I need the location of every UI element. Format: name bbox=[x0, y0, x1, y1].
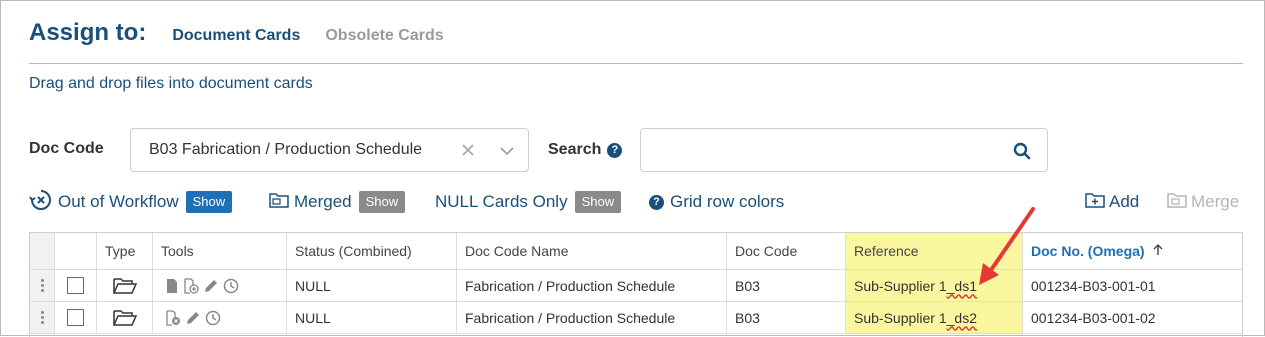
help-icon: ? bbox=[649, 194, 664, 210]
doc-code-cell: B03 bbox=[727, 270, 846, 301]
null-cards-show-badge[interactable]: Show bbox=[574, 191, 622, 213]
sort-ascending-icon bbox=[1153, 243, 1163, 259]
drag-drop-hint: Drag and drop files into document cards bbox=[29, 75, 313, 92]
col-doc-no[interactable]: Doc No. (Omega) bbox=[1023, 233, 1242, 269]
search-field[interactable] bbox=[640, 128, 1048, 172]
app-frame: Assign to: Document Cards Obsolete Cards… bbox=[0, 0, 1265, 337]
reference-prefix: Sub-Supplier 1 bbox=[854, 277, 947, 294]
add-revision-icon bbox=[184, 277, 199, 294]
out-of-workflow-icon bbox=[29, 188, 53, 217]
doc-no-cell: 001234-B03-001-02 bbox=[1031, 309, 1156, 326]
add-label: Add bbox=[1109, 192, 1140, 211]
tab-obsolete-cards[interactable]: Obsolete Cards bbox=[325, 27, 443, 45]
add-button[interactable]: Add bbox=[1085, 191, 1139, 213]
merge-label: Merge bbox=[1191, 192, 1240, 211]
merged-label: Merged bbox=[294, 192, 352, 211]
history-icon bbox=[205, 310, 221, 325]
grid-row-colors-link[interactable]: ? Grid row colors bbox=[649, 191, 784, 213]
status-cell: NULL bbox=[287, 302, 457, 333]
document-icon bbox=[167, 278, 177, 293]
doc-code-name-cell: Fabrication / Production Schedule bbox=[457, 270, 727, 301]
open-folder-icon[interactable] bbox=[97, 270, 153, 301]
search-label-text: Search bbox=[548, 141, 602, 158]
table-row[interactable]: NULL Fabrication / Production Schedule B… bbox=[30, 302, 1242, 334]
merge-button[interactable]: Merge bbox=[1167, 191, 1239, 213]
out-of-workflow-show-badge[interactable]: Show bbox=[185, 191, 233, 213]
tab-document-cards[interactable]: Document Cards bbox=[172, 27, 300, 45]
page-title: Assign to: bbox=[29, 19, 147, 46]
annotation-arrow bbox=[979, 207, 1035, 285]
doc-no-cell: 001234-B03-001-01 bbox=[1031, 277, 1156, 294]
merge-icon bbox=[1167, 192, 1187, 213]
grid-row-colors-label: Grid row colors bbox=[670, 192, 785, 211]
add-icon bbox=[1085, 192, 1105, 213]
row-checkbox[interactable] bbox=[55, 270, 97, 301]
row-checkbox[interactable] bbox=[55, 302, 97, 333]
chevron-down-icon[interactable] bbox=[499, 143, 515, 161]
search-label: Search ? bbox=[548, 141, 623, 159]
table-row[interactable]: NULL Fabrication / Production Schedule B… bbox=[30, 270, 1242, 302]
merged-toggle[interactable]: Merged Show bbox=[269, 191, 406, 213]
doc-code-cell: B03 bbox=[727, 302, 846, 333]
header-divider bbox=[29, 63, 1243, 64]
help-icon[interactable]: ? bbox=[607, 142, 623, 158]
col-status[interactable]: Status (Combined) bbox=[287, 233, 457, 269]
drag-header-cell bbox=[30, 233, 55, 269]
null-cards-label: NULL Cards Only bbox=[435, 192, 568, 211]
select-header-cell bbox=[55, 233, 97, 269]
out-of-workflow-toggle[interactable]: Out of Workflow Show bbox=[29, 189, 233, 213]
col-type[interactable]: Type bbox=[97, 233, 153, 269]
search-input[interactable] bbox=[651, 139, 1001, 161]
reference-suffix: _ds2 bbox=[946, 309, 977, 326]
search-icon[interactable] bbox=[1013, 142, 1031, 165]
out-of-workflow-label: Out of Workflow bbox=[58, 192, 179, 211]
merged-show-badge[interactable]: Show bbox=[358, 191, 406, 213]
reference-cell: Sub-Supplier 1 _ds2 bbox=[846, 302, 1023, 333]
row-tools bbox=[153, 270, 287, 301]
doc-code-label: Doc Code bbox=[29, 140, 104, 157]
status-cell: NULL bbox=[287, 270, 457, 301]
document-grid: Type Tools Status (Combined) Doc Code Na… bbox=[29, 232, 1243, 337]
drag-handle-icon[interactable] bbox=[30, 270, 55, 301]
grid-header-row: Type Tools Status (Combined) Doc Code Na… bbox=[30, 233, 1242, 270]
pencil-icon bbox=[205, 279, 217, 292]
clear-icon[interactable] bbox=[461, 139, 475, 163]
assign-header: Assign to: Document Cards Obsolete Cards bbox=[29, 19, 469, 51]
col-doc-code[interactable]: Doc Code bbox=[727, 233, 846, 269]
reference-prefix: Sub-Supplier 1 bbox=[854, 309, 947, 326]
row-tools bbox=[153, 302, 287, 333]
doc-code-select[interactable]: B03 Fabrication / Production Schedule bbox=[130, 128, 529, 172]
doc-code-selected-value: B03 Fabrication / Production Schedule bbox=[149, 141, 423, 158]
folder-icon bbox=[269, 192, 289, 213]
open-folder-icon[interactable] bbox=[97, 302, 153, 333]
history-icon bbox=[223, 278, 239, 293]
remove-revision-icon bbox=[166, 309, 180, 326]
doc-code-name-cell: Fabrication / Production Schedule bbox=[457, 302, 727, 333]
col-doc-code-name[interactable]: Doc Code Name bbox=[457, 233, 727, 269]
drag-handle-icon[interactable] bbox=[30, 302, 55, 333]
col-tools[interactable]: Tools bbox=[153, 233, 287, 269]
pencil-icon bbox=[187, 311, 199, 324]
null-cards-toggle[interactable]: NULL Cards Only Show bbox=[435, 191, 622, 213]
